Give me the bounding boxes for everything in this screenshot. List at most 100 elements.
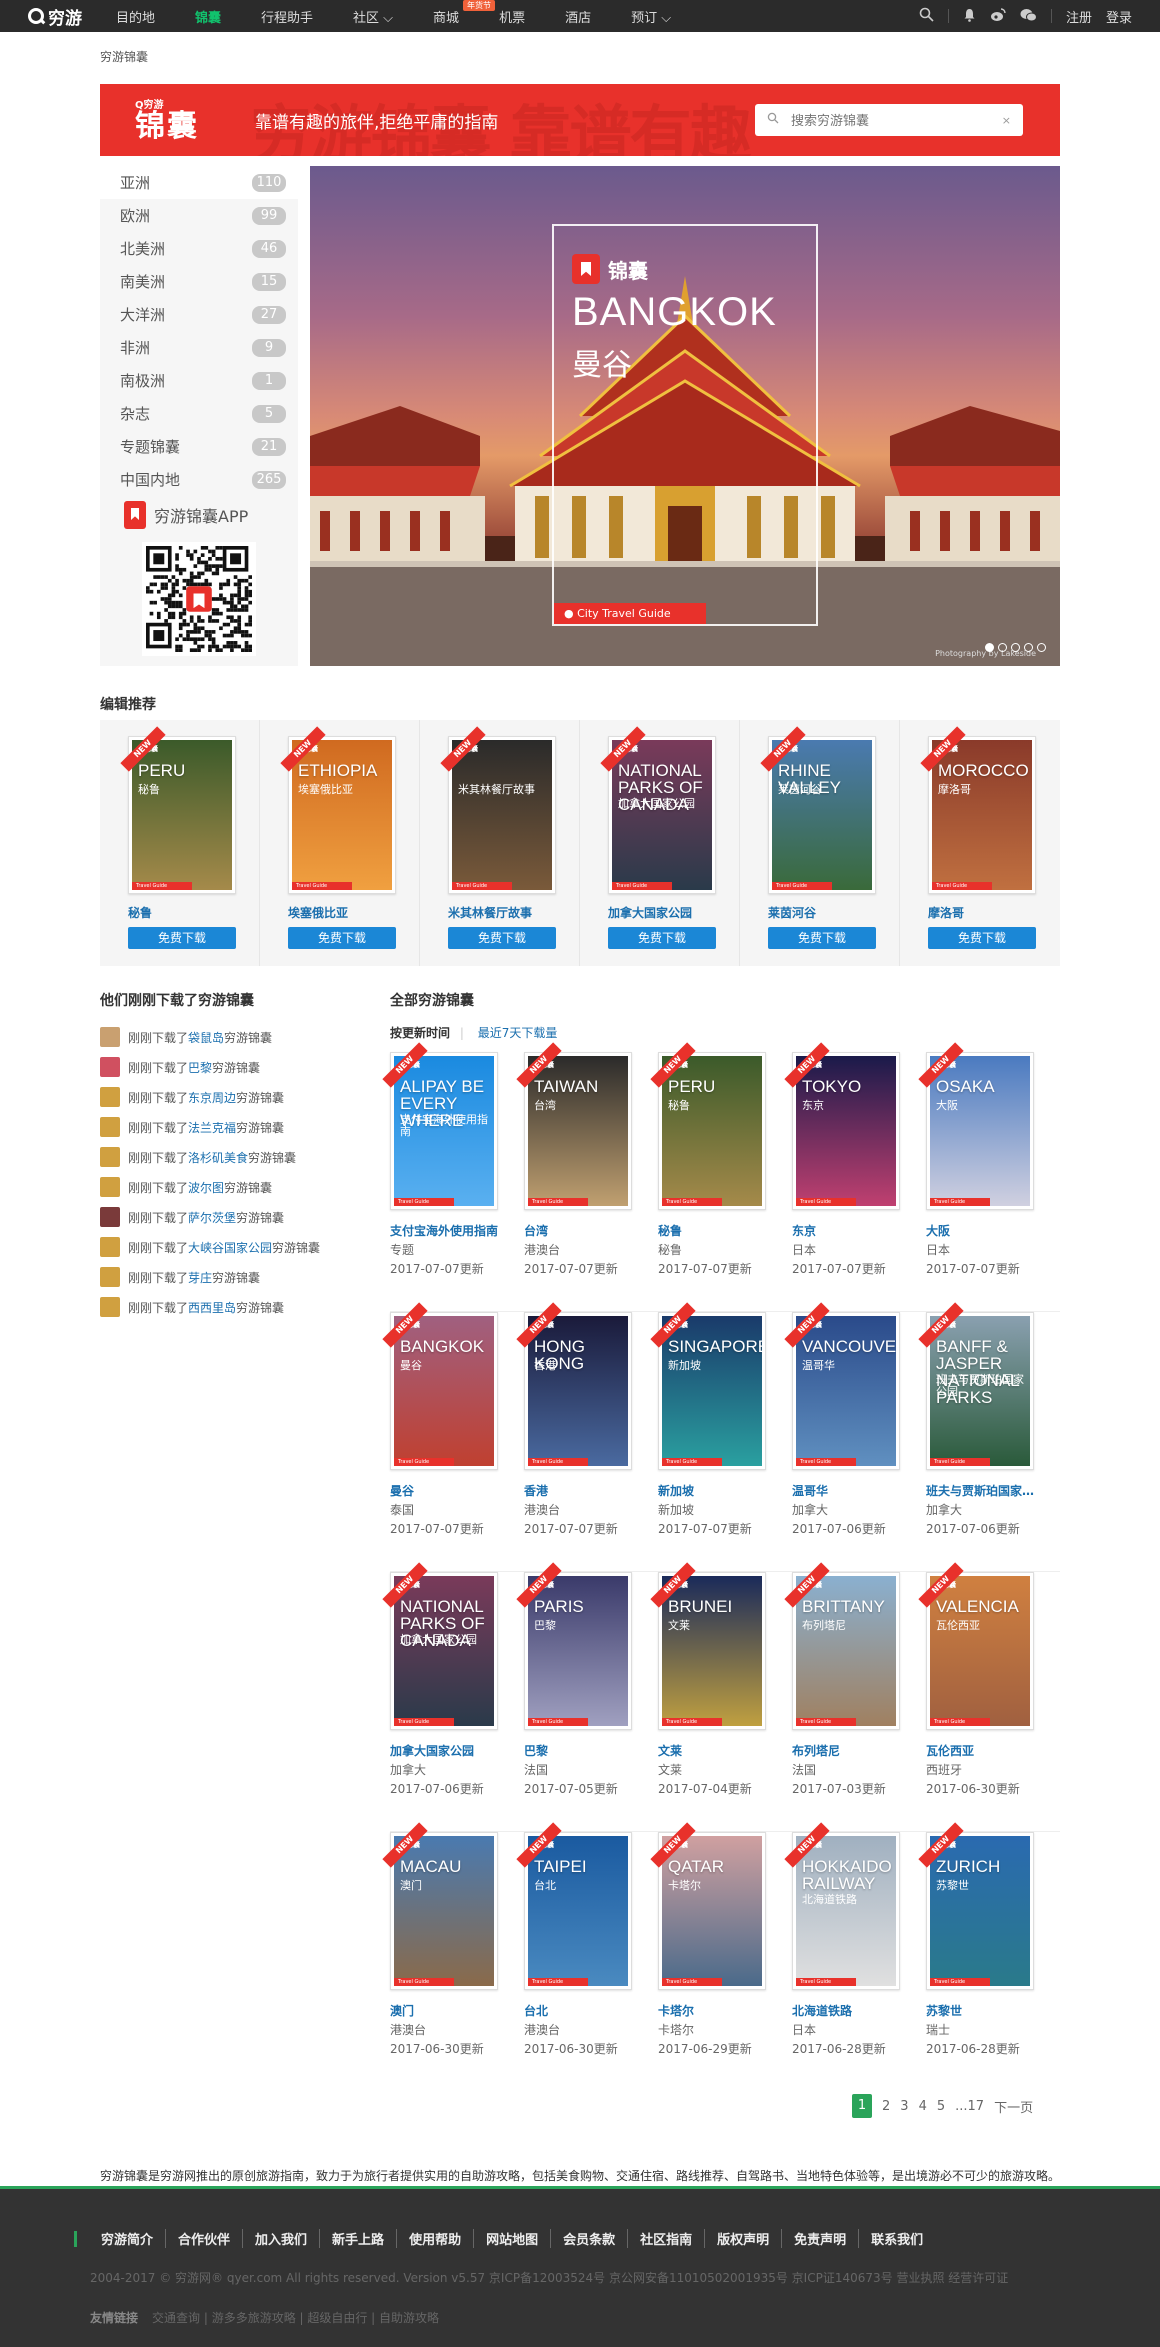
recent-place-link[interactable]: 袋鼠岛	[188, 1029, 224, 1046]
guide-name[interactable]: 新加坡	[658, 1482, 770, 1499]
guide-name[interactable]: 班夫与贾斯珀国家公园	[926, 1482, 1038, 1499]
guide-cover[interactable]: Q锦囊TAIWAN台湾Travel GuideNEW	[516, 1042, 632, 1210]
sort-by-update[interactable]: 按更新时间	[390, 1026, 450, 1040]
category-item[interactable]: 专题锦囊 21	[100, 430, 298, 463]
guide-cover[interactable]: Q锦囊PERU秘鲁Travel GuideNEW	[650, 1042, 766, 1210]
guide-name[interactable]: 苏黎世	[926, 2002, 1038, 2019]
footer-link[interactable]: 网站地图	[474, 2229, 552, 2248]
avatar[interactable]	[100, 1027, 120, 1047]
nav-item[interactable]: 预订 ⌵	[631, 7, 671, 26]
slide-dot[interactable]	[1024, 643, 1033, 652]
footer-link[interactable]: 社区指南	[628, 2229, 706, 2248]
guide-name[interactable]: 巴黎	[524, 1742, 636, 1759]
recent-place-link[interactable]: 西西里岛	[188, 1299, 236, 1316]
sort-by-downloads[interactable]: 最近7天下载量	[478, 1026, 558, 1040]
footer-link[interactable]: 新手上路	[320, 2229, 398, 2248]
page-link[interactable]: 4	[919, 2099, 927, 2114]
guide-name[interactable]: 温哥华	[792, 1482, 904, 1499]
guide-name[interactable]: 布列塔尼	[792, 1742, 904, 1759]
avatar[interactable]	[100, 1237, 120, 1257]
category-item[interactable]: 非洲 9	[100, 331, 298, 364]
category-item[interactable]: 南极洲 1	[100, 364, 298, 397]
avatar[interactable]	[100, 1087, 120, 1107]
nav-item[interactable]: 目的地	[116, 7, 155, 26]
guide-name[interactable]: 香港	[524, 1482, 636, 1499]
jinnang-logo[interactable]: Q穷游 锦囊	[135, 96, 199, 143]
footer-link[interactable]: 加入我们	[243, 2229, 321, 2248]
guide-cover[interactable]: Q锦囊OSAKA大阪Travel GuideNEW	[918, 1042, 1034, 1210]
download-button[interactable]: 免费下载	[608, 927, 716, 949]
category-item[interactable]: 中国内地 265	[100, 463, 298, 496]
page-current[interactable]: 1	[852, 2094, 872, 2118]
breadcrumb[interactable]: 穷游锦囊	[100, 48, 148, 65]
guide-cover[interactable]: Q锦囊PERU秘鲁Travel GuideNEW	[120, 726, 236, 894]
recent-place-link[interactable]: 法兰克福	[188, 1119, 236, 1136]
guide-cover[interactable]: Q锦囊BRITTANY布列塔尼Travel GuideNEW	[784, 1562, 900, 1730]
clear-icon[interactable]: ×	[1002, 114, 1011, 127]
nav-item[interactable]: 机票	[499, 7, 525, 26]
friend-links-list[interactable]: 交通查询 | 游多多旅游攻略 | 超级自由行 | 自助游攻略	[152, 2311, 439, 2325]
nav-item[interactable]: 商城 年货节	[433, 0, 496, 26]
guide-name[interactable]: 东京	[792, 1222, 904, 1239]
download-button[interactable]: 免费下载	[448, 927, 556, 949]
guide-cover[interactable]: Q锦囊HOKKAIDO RAILWAY北海道铁路Travel GuideNEW	[784, 1822, 900, 1990]
guide-cover[interactable]: Q锦囊QATAR卡塔尔Travel GuideNEW	[650, 1822, 766, 1990]
guide-cover[interactable]: Q锦囊ALIPAY BE EVERY WHERE支付宝海外使用指南Travel …	[382, 1042, 498, 1210]
footer-link[interactable]: 版权声明	[705, 2229, 783, 2248]
bell-icon[interactable]	[963, 8, 976, 25]
category-item[interactable]: 杂志 5	[100, 397, 298, 430]
guide-cover[interactable]: Q锦囊NATIONAL PARKS OF CANADA加拿大国家公园Travel…	[382, 1562, 498, 1730]
guide-cover[interactable]: Q锦囊BANFF & JASPER NATIONAL PARKS班夫与贾斯珀国家…	[918, 1302, 1034, 1470]
category-item[interactable]: 南美洲 15	[100, 265, 298, 298]
guide-name[interactable]: 秘鲁	[658, 1222, 770, 1239]
guide-cover[interactable]: Q锦囊SINGAPORE新加坡Travel GuideNEW	[650, 1302, 766, 1470]
guide-name[interactable]: 文莱	[658, 1742, 770, 1759]
recent-place-link[interactable]: 波尔图	[188, 1179, 224, 1196]
avatar[interactable]	[100, 1177, 120, 1197]
guide-name[interactable]: 大阪	[926, 1222, 1038, 1239]
login-link[interactable]: 登录	[1106, 7, 1132, 26]
pick-title[interactable]: 米其林餐厅故事	[448, 904, 579, 921]
guide-name[interactable]: 卡塔尔	[658, 2002, 770, 2019]
app-promo[interactable]: 穷游锦囊APP	[100, 496, 298, 529]
avatar[interactable]	[100, 1147, 120, 1167]
guide-cover[interactable]: Q锦囊MOROCCO摩洛哥Travel GuideNEW	[920, 726, 1036, 894]
site-logo[interactable]: 穷游	[28, 4, 82, 29]
slide-dot[interactable]	[985, 643, 994, 652]
avatar[interactable]	[100, 1207, 120, 1227]
footer-link[interactable]: 穷游简介	[89, 2229, 167, 2248]
page-link[interactable]: 3	[900, 2099, 908, 2114]
page-link[interactable]: 2	[882, 2099, 890, 2114]
nav-item[interactable]: 酒店	[565, 7, 591, 26]
slide-dot[interactable]	[1011, 643, 1020, 652]
avatar[interactable]	[100, 1267, 120, 1287]
guide-cover[interactable]: Q锦囊HONG KONG香港Travel GuideNEW	[516, 1302, 632, 1470]
category-item[interactable]: 大洋洲 27	[100, 298, 298, 331]
slide-dot[interactable]	[1037, 643, 1046, 652]
recent-place-link[interactable]: 洛杉矶美食	[188, 1149, 248, 1166]
category-item[interactable]: 欧洲 99	[100, 199, 298, 232]
footer-link[interactable]: 合作伙伴	[166, 2229, 244, 2248]
guide-cover[interactable]: Q锦囊VALENCIA瓦伦西亚Travel GuideNEW	[918, 1562, 1034, 1730]
guide-cover[interactable]: Q锦囊TOKYO东京Travel GuideNEW	[784, 1042, 900, 1210]
guide-name[interactable]: 台湾	[524, 1222, 636, 1239]
hero-slideshow[interactable]: 锦囊 BANGKOK 曼谷 ● City Travel Guide Photog…	[310, 166, 1060, 666]
recent-place-link[interactable]: 萨尔茨堡	[188, 1209, 236, 1226]
pick-title[interactable]: 埃塞俄比亚	[288, 904, 419, 921]
nav-item[interactable]: 行程助手	[261, 7, 313, 26]
pick-title[interactable]: 摩洛哥	[928, 904, 1060, 921]
recent-place-link[interactable]: 巴黎	[188, 1059, 212, 1076]
nav-item[interactable]: 锦囊	[195, 7, 221, 26]
guide-cover[interactable]: Q锦囊BRUNEI文莱Travel GuideNEW	[650, 1562, 766, 1730]
pick-title[interactable]: 秘鲁	[128, 904, 259, 921]
recent-place-link[interactable]: 大峡谷国家公园	[188, 1239, 272, 1256]
page-last[interactable]: ...17	[955, 2099, 984, 2114]
category-item[interactable]: 北美洲 46	[100, 232, 298, 265]
avatar[interactable]	[100, 1117, 120, 1137]
pick-title[interactable]: 莱茵河谷	[768, 904, 899, 921]
guide-cover[interactable]: Q锦囊米其林餐厅故事Travel GuideNEW	[440, 726, 556, 894]
category-item[interactable]: 亚洲 110	[100, 166, 298, 199]
avatar[interactable]	[100, 1057, 120, 1077]
recent-place-link[interactable]: 芽庄	[188, 1269, 212, 1286]
register-link[interactable]: 注册	[1066, 7, 1092, 26]
